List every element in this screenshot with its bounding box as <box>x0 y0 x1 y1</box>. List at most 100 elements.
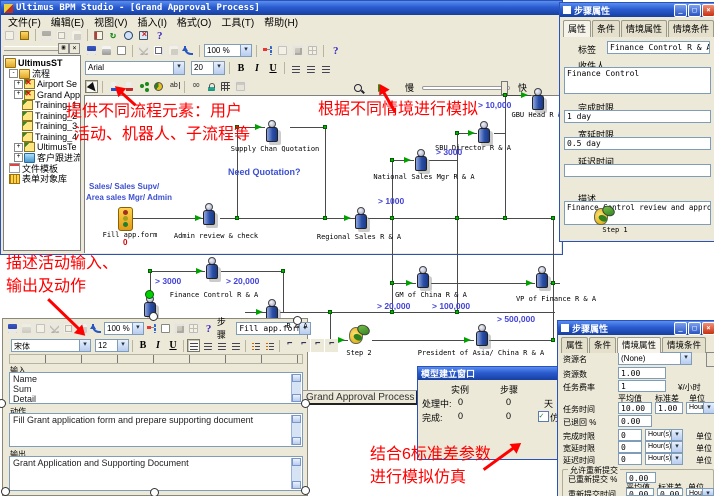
font-size-select[interactable]: 20 <box>191 61 225 75</box>
action-textarea[interactable]: Fill Grant application form and prepare … <box>9 413 303 447</box>
tree-item-processes[interactable]: -流程 <box>5 69 80 79</box>
task-time-std-field[interactable]: 1.00 <box>655 402 683 414</box>
undo-icon[interactable] <box>90 322 103 335</box>
browse-button[interactable] <box>706 352 714 367</box>
maximize-button[interactable]: □ <box>688 4 701 17</box>
delay-unit-select[interactable]: Hour(s) <box>645 453 683 465</box>
lock-icon[interactable] <box>204 80 217 93</box>
completion-field[interactable]: 0 <box>618 429 642 441</box>
tab-conditions[interactable]: 条件 <box>589 337 616 353</box>
close-view-icon[interactable] <box>137 29 150 42</box>
scrollbar[interactable] <box>291 458 301 489</box>
help-icon[interactable] <box>328 44 341 57</box>
save-icon[interactable] <box>85 44 98 57</box>
paste-icon[interactable] <box>70 29 83 42</box>
tab-scenario-properties[interactable]: 情境属性 <box>617 337 661 353</box>
user-step-icon[interactable] <box>536 266 548 288</box>
maximize-button[interactable]: □ <box>688 322 701 335</box>
expand-icon[interactable]: + <box>14 80 23 89</box>
paste-icon[interactable] <box>167 44 180 57</box>
magnifier-icon[interactable] <box>351 81 364 94</box>
copy-icon[interactable] <box>152 44 165 57</box>
print-icon[interactable] <box>20 322 33 335</box>
panel-titlebar[interactable]: 模型建立窗口 <box>418 367 557 380</box>
print-preview-icon[interactable] <box>115 44 128 57</box>
grid-icon[interactable] <box>219 80 232 93</box>
completion-field[interactable]: 1 day <box>564 110 711 123</box>
pin-button[interactable]: ▣ <box>58 43 69 54</box>
italic-button[interactable]: I <box>250 62 264 75</box>
document-icon[interactable] <box>276 44 289 57</box>
speed-slider[interactable] <box>422 81 510 93</box>
selection-handle[interactable] <box>301 486 310 495</box>
tree-item-customer-follow[interactable]: +客户跟进流程 <box>5 153 80 163</box>
tab-right-icon[interactable] <box>311 339 324 352</box>
user-step-icon[interactable] <box>417 266 429 288</box>
align-center-icon[interactable] <box>304 62 317 75</box>
menu-insert[interactable]: 插入(I) <box>132 14 171 29</box>
zoom-select[interactable]: 100 % <box>204 44 252 57</box>
task-rate-field[interactable]: 1 <box>618 380 666 392</box>
output-textarea[interactable]: Grant Application and Supporting Documen… <box>9 456 303 491</box>
close-button[interactable]: × <box>702 322 714 335</box>
input-textarea[interactable]: Name Sum Detail <box>9 372 303 404</box>
selection-handle[interactable] <box>1 487 10 496</box>
resource-count-field[interactable]: 1.00 <box>618 367 666 379</box>
close-tree-button[interactable]: × <box>69 43 80 54</box>
selection-handle[interactable] <box>150 488 159 496</box>
user-step-icon[interactable] <box>476 324 488 346</box>
junction-step-icon[interactable] <box>152 80 165 93</box>
main-titlebar[interactable]: Ultimus BPM Studio - [Grand Approval Pro… <box>1 1 562 15</box>
extension-field[interactable]: 0.5 day <box>564 137 711 150</box>
zoom-select[interactable]: 100 % <box>104 322 144 335</box>
italic-button[interactable]: I <box>151 339 165 352</box>
tab-center-icon[interactable] <box>297 339 310 352</box>
bold-button[interactable]: B <box>234 62 248 75</box>
tab-properties[interactable]: 属性 <box>561 337 588 353</box>
resource-name-select[interactable]: (None) <box>618 352 692 365</box>
organization-icon[interactable] <box>291 44 304 57</box>
orgchart-icon[interactable] <box>145 322 158 335</box>
help-icon[interactable] <box>201 322 214 335</box>
panel-titlebar[interactable]: 步骤属性 _ □ × <box>558 321 714 335</box>
resubmit-std-field[interactable]: 0.00 <box>657 488 683 496</box>
returned-field[interactable]: 0.00 <box>618 415 652 427</box>
new-icon[interactable] <box>3 29 16 42</box>
extension-unit-select[interactable]: Hour(s) <box>645 441 683 453</box>
panel-titlebar[interactable]: 步骤属性 _ □ × <box>560 3 714 17</box>
resubmit-unit-select[interactable]: Hour(s) <box>686 488 714 496</box>
align-right-icon[interactable] <box>215 339 228 352</box>
task-time-mean-field[interactable]: 10.00 <box>618 402 652 414</box>
font-size-select[interactable]: 12 <box>95 339 129 352</box>
orgchart-icon[interactable] <box>261 44 274 57</box>
open-icon[interactable] <box>18 29 31 42</box>
scrollbar[interactable] <box>291 374 301 402</box>
notebook-icon[interactable] <box>92 29 105 42</box>
align-justify-icon[interactable] <box>229 339 242 352</box>
tree-item-airport[interactable]: +Airport Se <box>5 79 80 89</box>
undo-icon[interactable] <box>182 44 195 57</box>
delay-field[interactable] <box>564 164 711 177</box>
table-icon[interactable] <box>306 44 319 57</box>
document-icon[interactable] <box>159 322 172 335</box>
junction-step-icon[interactable] <box>349 325 370 344</box>
selection-handle[interactable] <box>293 316 302 325</box>
description-field[interactable]: Finance Control review and approval <box>564 201 711 225</box>
tree-item-form-library[interactable]: 表单对象库 <box>5 174 80 184</box>
bold-button[interactable]: B <box>136 339 150 352</box>
font-select[interactable]: Arial <box>85 61 185 75</box>
selection-handle[interactable] <box>301 399 310 408</box>
tab-properties[interactable]: 属性 <box>563 20 591 37</box>
menu-format[interactable]: 格式(O) <box>172 14 216 29</box>
copy-icon[interactable] <box>55 29 68 42</box>
schedule-icon[interactable] <box>122 29 135 42</box>
menu-edit[interactable]: 编辑(E) <box>46 14 89 29</box>
minimize-button[interactable]: _ <box>674 4 687 17</box>
save-icon[interactable] <box>40 29 53 42</box>
table-icon[interactable] <box>187 322 200 335</box>
print-icon[interactable] <box>100 44 113 57</box>
menu-help[interactable]: 帮助(H) <box>259 14 303 29</box>
expand-icon[interactable]: + <box>14 90 23 99</box>
organization-icon[interactable] <box>173 322 186 335</box>
collapse-icon[interactable]: - <box>9 69 18 78</box>
